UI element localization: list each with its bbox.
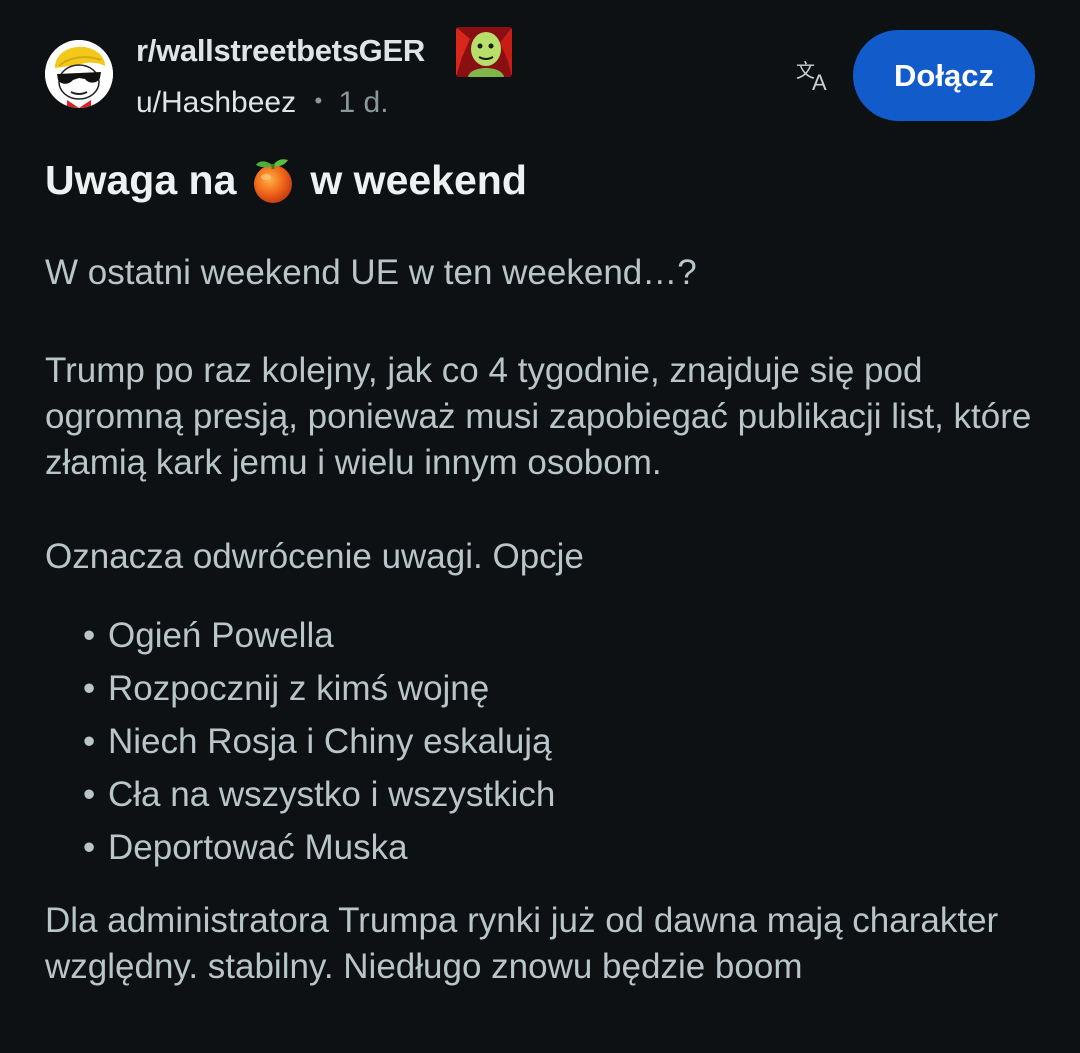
translate-icon[interactable]: 文 A	[795, 58, 833, 95]
post-meta: u/Hashbeez • 1 d.	[136, 86, 389, 120]
post-age: 1 d.	[338, 86, 389, 119]
subreddit-name[interactable]: r/wallstreetbetsGER	[136, 33, 425, 69]
body-paragraph-3: Oznacza odwrócenie uwagi. Opcje	[45, 537, 584, 576]
author-name[interactable]: u/Hashbeez	[136, 86, 296, 119]
post-header: r/wallstreetbetsGER u/Hashbeez • 1 d. 文 …	[0, 0, 1080, 140]
list-item: Cła na wszystko i wszystkich	[45, 768, 555, 821]
body-paragraph-1: W ostatni weekend UE w ten weekend…?	[45, 253, 697, 292]
user-flair-image	[456, 27, 512, 77]
options-list: Ogień Powella Rozpocznij z kimś wojnę Ni…	[45, 609, 555, 874]
body-paragraph-4: Dla administratora Trumpa rynki już od d…	[45, 901, 999, 986]
tangerine-emoji-icon	[248, 155, 298, 205]
list-item: Deportować Muska	[45, 821, 555, 874]
join-button[interactable]: Dołącz	[853, 30, 1035, 121]
body-paragraph-2: Trump po raz kolejny, jak co 4 tygodnie,…	[45, 351, 1032, 482]
wsb-mascot-icon	[45, 40, 113, 108]
post-title[interactable]: Uwaga na w weekend	[45, 155, 527, 205]
list-item: Niech Rosja i Chiny eskalują	[45, 715, 555, 768]
svg-text:A: A	[812, 70, 827, 94]
meta-separator: •	[314, 88, 323, 113]
list-item: Ogień Powella	[45, 609, 555, 662]
subreddit-avatar[interactable]	[45, 40, 113, 108]
list-item: Rozpocznij z kimś wojnę	[45, 662, 555, 715]
post-title-text-before: Uwaga na	[45, 156, 237, 203]
post-title-text-after: w weekend	[310, 156, 527, 203]
